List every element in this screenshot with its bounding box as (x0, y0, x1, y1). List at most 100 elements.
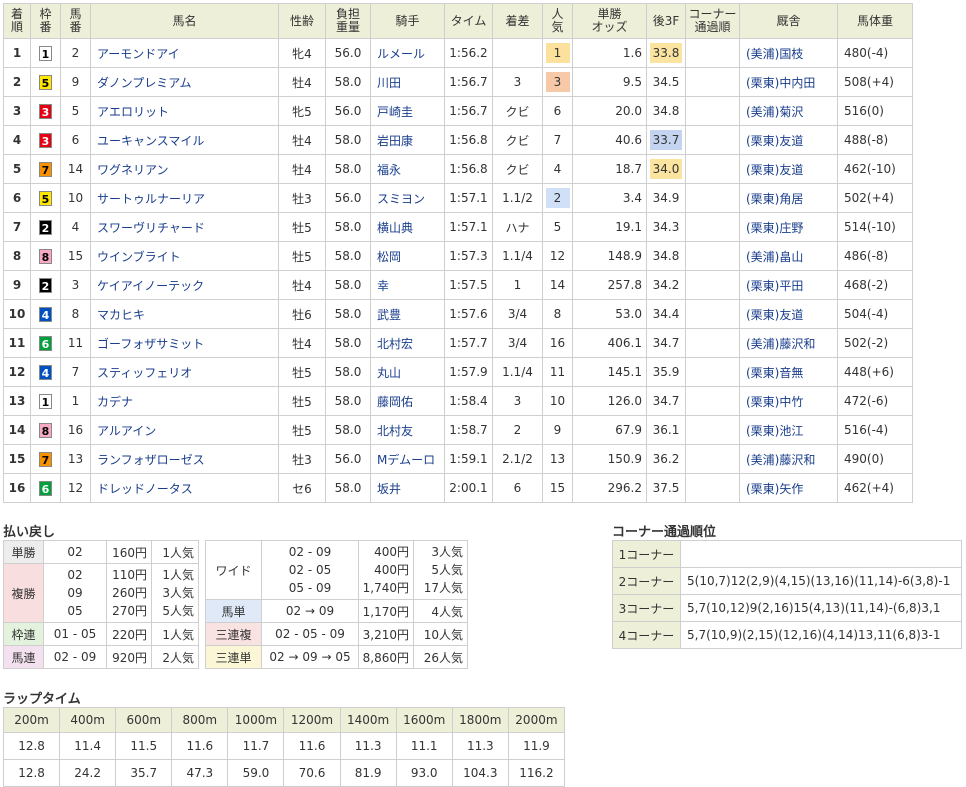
margin-cell: 1.1/4 (492, 241, 543, 271)
jockey-link[interactable]: 北村宏 (377, 337, 413, 351)
stable-link[interactable]: (栗東)音無 (746, 366, 803, 380)
popularity-value: 2 (545, 188, 570, 208)
stable-link[interactable]: (栗東)角居 (746, 192, 803, 206)
final-3f-value: 37.5 (652, 481, 680, 495)
waku-cell: 1 (30, 38, 61, 68)
horse-name-cell: スティッフェリオ (90, 357, 279, 387)
jockey-link[interactable]: 北村友 (377, 424, 413, 438)
stable-link[interactable]: (栗東)友道 (746, 308, 803, 322)
final-3f-cell: 33.7 (646, 125, 686, 155)
horse-name-link[interactable]: マカヒキ (97, 308, 145, 322)
rank-cell: 8 (3, 241, 31, 271)
odds-cell: 40.6 (572, 125, 647, 155)
jockey-cell: Mデムーロ (370, 444, 445, 474)
jockey-link[interactable]: 戸崎圭 (377, 105, 413, 119)
weight-cell: 58.0 (325, 473, 371, 503)
final-3f-value: 34.2 (652, 278, 680, 292)
rank-cell: 10 (3, 299, 31, 329)
stable-link[interactable]: (栗東)池江 (746, 424, 803, 438)
stable-link[interactable]: (栗東)友道 (746, 163, 803, 177)
jockey-link[interactable]: 福永 (377, 163, 401, 177)
horse-name-link[interactable]: サートゥルナーリア (97, 192, 205, 206)
cumulative-row: 12.8 24.2 35.7 47.3 59.0 70.6 81.9 93.0 104.3 116… (2, 759, 566, 787)
payout-amount-cell: 920円 (106, 645, 152, 669)
stable-link[interactable]: (美浦)藤沢和 (746, 453, 815, 467)
horse-name-link[interactable]: ドレッドノータス (97, 482, 193, 496)
payout-combination: 02 → 09 → 05 (269, 650, 351, 664)
time-cell: 1:58.4 (444, 386, 493, 416)
horse-name-link[interactable]: ダノンプレミアム (97, 76, 191, 90)
horse-name-link[interactable]: ワグネリアン (97, 163, 169, 177)
horse-name-link[interactable]: ユーキャンスマイル (97, 134, 204, 148)
jockey-link[interactable]: 川田 (377, 76, 401, 90)
horse-name-link[interactable]: ランフォザローゼス (97, 453, 205, 467)
payout-popularity: 1人気 (162, 545, 194, 560)
horse-name-link[interactable]: アルアイン (97, 424, 156, 438)
stable-link[interactable]: (美浦)畠山 (746, 250, 803, 264)
final-3f-value: 34.0 (650, 159, 682, 179)
horse-name-link[interactable]: ゴーフォザサミット (97, 337, 204, 351)
jockey-link[interactable]: スミヨン (377, 192, 425, 206)
margin-cell: クビ (492, 96, 543, 126)
umaban-cell: 8 (60, 299, 91, 329)
jockey-link[interactable]: ルメール (377, 47, 425, 61)
jockey-link[interactable]: 武豊 (377, 308, 401, 322)
jockey-link[interactable]: 藤岡佑 (377, 395, 413, 409)
stable-link[interactable]: (栗東)平田 (746, 279, 803, 293)
horse-name-link[interactable]: ケイアイノーテック (97, 279, 204, 293)
horse-name-link[interactable]: アーモンドアイ (97, 47, 180, 61)
horse-name-link[interactable]: スワーヴリチャード (97, 221, 205, 235)
jockey-link[interactable]: 岩田康 (377, 134, 413, 148)
corner-order-cell (685, 299, 740, 329)
cumulative-time-cell: 81.9 (339, 759, 397, 787)
corner-label: 3コーナー (612, 594, 681, 622)
odds-cell: 3.4 (572, 183, 647, 213)
jockey-link[interactable]: 横山典 (377, 221, 413, 235)
payout-combination: 02 → 09 (285, 604, 335, 618)
stable-link[interactable]: (美浦)国枝 (746, 47, 803, 61)
jockey-link[interactable]: 幸 (377, 279, 389, 293)
payout-row: 馬連 02 - 09 920円 2人気 (3, 645, 199, 669)
stable-link[interactable]: (栗東)中竹 (746, 395, 803, 409)
weight-cell: 56.0 (325, 38, 371, 68)
stable-link[interactable]: (栗東)矢作 (746, 482, 803, 496)
payout-combination: 02 - 05 (288, 563, 332, 577)
stable-link[interactable]: (栗東)庄野 (746, 221, 803, 235)
payout-popularity-cell: 3人気 5人気 17人気 (413, 540, 468, 600)
rank-cell: 1 (3, 38, 31, 68)
payout-amount: 1,170円 (362, 604, 409, 619)
stable-link[interactable]: (美浦)藤沢和 (746, 337, 815, 351)
payout-combination: 02 - 05 - 09 (275, 627, 345, 641)
payout-combination-cell: 02 (43, 540, 107, 564)
stable-link[interactable]: (美浦)菊沢 (746, 105, 803, 119)
header-rank: 着 順 (3, 3, 31, 39)
final-3f-cell: 34.8 (646, 96, 686, 126)
result-row: 8 8 15 ウインブライト 牡5 58.0 松岡 1:57.3 1.1/4 12 148.9 34.… (3, 241, 913, 271)
jockey-link[interactable]: 松岡 (377, 250, 401, 264)
final-3f-cell: 34.2 (646, 270, 686, 300)
popularity-value: 4 (553, 162, 562, 176)
payout-popularity: 26人気 (423, 650, 463, 665)
jockey-link[interactable]: 坂井 (377, 482, 401, 496)
stable-cell: (栗東)中竹 (739, 386, 838, 416)
lap-time-cell: 11.7 (227, 732, 285, 760)
odds-cell: 19.1 (572, 212, 647, 242)
final-3f-cell: 34.7 (646, 328, 686, 358)
stable-link[interactable]: (栗東)友道 (746, 134, 803, 148)
horse-name-link[interactable]: ウインブライト (97, 250, 181, 264)
horse-name-cell: カデナ (90, 386, 279, 416)
jockey-link[interactable]: 丸山 (377, 366, 401, 380)
jockey-cell: 丸山 (370, 357, 445, 387)
waku-badge: 6 (39, 480, 52, 496)
result-row: 7 2 4 スワーヴリチャード 牡5 58.0 横山典 1:57.1 ハナ 5 19.1 34.3 (栗… (3, 212, 913, 242)
jockey-link[interactable]: Mデムーロ (377, 453, 435, 467)
time-cell: 1:56.8 (444, 154, 493, 184)
stable-link[interactable]: (栗東)中内田 (746, 76, 815, 90)
horse-name-link[interactable]: カデナ (97, 395, 133, 409)
payout-combination-cell: 01 - 05 (43, 622, 107, 646)
horse-name-link[interactable]: アエロリット (97, 105, 169, 119)
lap-header-row: 200m 400m 600m 800m 1000m 1200m 1400m 1600m 1800… (2, 707, 566, 733)
final-3f-value: 34.5 (652, 75, 680, 89)
horse-name-link[interactable]: スティッフェリオ (97, 366, 192, 380)
payout-amount-cell: 8,860円 (358, 645, 414, 669)
